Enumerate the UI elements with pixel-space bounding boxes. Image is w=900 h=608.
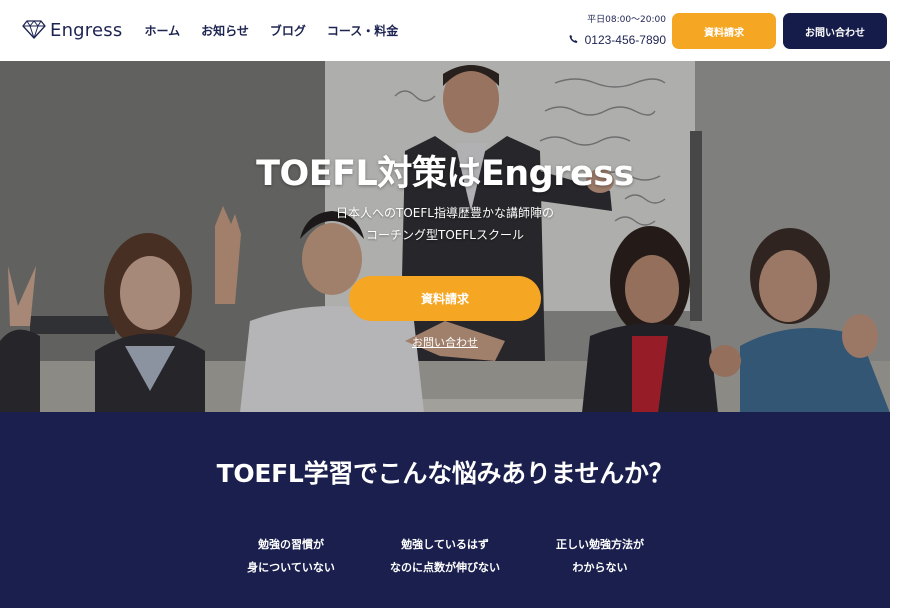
problem-line1: 勉強しているはず <box>401 538 489 551</box>
phone-number: 0123-456-7890 <box>584 33 666 47</box>
nav-item-blog[interactable]: ブログ <box>270 22 306 39</box>
phone-icon <box>569 33 585 47</box>
site-header: Engress ホーム お知らせ ブログ コース・料金 平日08:00〜20:0… <box>0 0 890 61</box>
hero-request-docs-button[interactable]: 資料請求 <box>349 276 541 321</box>
diamond-icon <box>22 19 46 43</box>
contact-info: 平日08:00〜20:00 0123-456-7890 <box>560 14 666 47</box>
problem-line2: 身についていない <box>247 561 335 574</box>
landing-page: Engress ホーム お知らせ ブログ コース・料金 平日08:00〜20:0… <box>0 0 890 608</box>
problem-line2: わからない <box>572 561 628 574</box>
nav-item-courses[interactable]: コース・料金 <box>327 22 398 39</box>
hero-contact-link-row: お問い合わせ <box>0 334 890 350</box>
main-nav: ホーム お知らせ ブログ コース・料金 <box>144 22 419 39</box>
business-hours: 平日08:00〜20:00 <box>587 15 666 25</box>
brand-logo[interactable]: Engress <box>22 19 122 43</box>
hero-section: TOEFL対策はEngress 日本人へのTOEFL指導歴豊かな講師陣の コーチ… <box>0 61 890 412</box>
problem-item: 勉強しているはず なのに点数が伸びない <box>365 533 525 579</box>
problem-line1: 正しい勉強方法が <box>556 538 644 551</box>
problem-line2: なのに点数が伸びない <box>390 561 500 574</box>
problems-title: TOEFL学習でこんな悩みありませんか？ <box>216 459 674 488</box>
request-docs-button[interactable]: 資料請求 <box>672 13 776 49</box>
contact-button[interactable]: お問い合わせ <box>783 13 887 49</box>
hero-contact-link[interactable]: お問い合わせ <box>412 336 478 349</box>
problem-item: 勉強の習慣が 身についていない <box>211 533 371 579</box>
phone-number-row[interactable]: 0123-456-7890 <box>560 33 666 47</box>
brand-name: Engress <box>50 20 123 41</box>
problem-line1: 勉強の習慣が <box>258 538 324 551</box>
nav-item-home[interactable]: ホーム <box>144 22 180 39</box>
problems-section: TOEFL学習でこんな悩みありませんか？ 勉強の習慣が 身についていない 勉強し… <box>0 412 890 608</box>
hero-title: TOEFL対策はEngress <box>256 154 634 194</box>
problem-item: 正しい勉強方法が わからない <box>520 533 680 579</box>
hero-subtitle-line1: 日本人へのTOEFL指導歴豊かな講師陣の <box>336 206 554 220</box>
hero-subtitle-line2: コーチング型TOEFLスクール <box>366 228 524 242</box>
nav-item-news[interactable]: お知らせ <box>201 22 249 39</box>
